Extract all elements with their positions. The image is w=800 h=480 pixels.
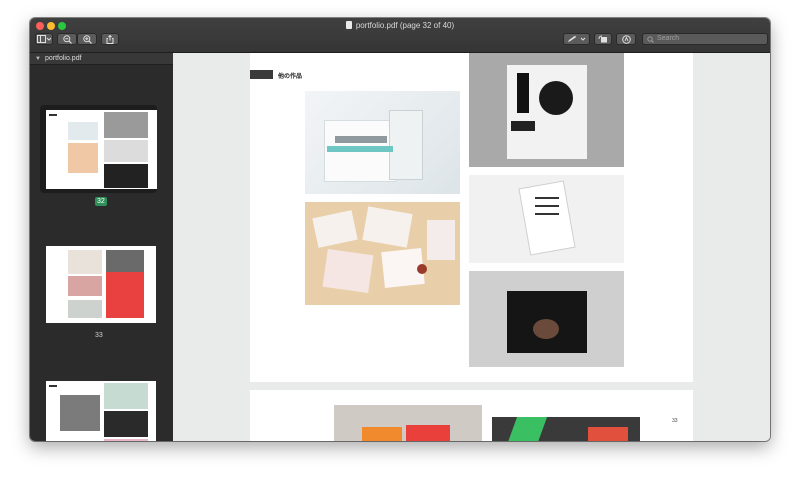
section-title: 他の作品 [278,74,303,80]
sidebar-icon [37,35,51,43]
markup-circle-icon [621,34,631,44]
markup-pen-button[interactable] [563,33,590,45]
window-title-container: portfolio.pdf (page 32 of 40) [30,19,770,33]
sidebar-header[interactable]: ▼ portfolio.pdf [30,53,173,65]
pdf-document-icon [345,21,352,29]
poster-photo-monochrome [469,53,624,167]
poster-photo-dark [469,271,624,367]
sidebar-toggle-button[interactable] [35,33,53,45]
poster-photo-held [469,175,624,263]
search-icon [647,36,654,43]
sidebar-document-name: portfolio.pdf [44,55,82,62]
page-thumbnail-32[interactable] [46,110,157,189]
section-label-bar [250,70,273,79]
preview-window: portfolio.pdf (page 32 of 40) Search ▼ p… [30,18,770,441]
page-thumbnail-34[interactable] [46,381,156,441]
document-page-number: 33 [672,418,678,424]
rotate-icon [598,35,607,43]
share-button[interactable] [101,33,119,45]
rotate-button[interactable] [594,33,612,45]
search-input[interactable]: Search [642,33,768,45]
product-photo-packaging [305,202,460,305]
zoom-in-icon [82,34,92,44]
zoom-out-icon [62,34,72,44]
zoom-in-button[interactable] [77,33,97,45]
thumbnail-sidebar: ▼ portfolio.pdf 32 33 [30,53,173,441]
pdf-page-32: 他の作品 [250,53,693,382]
product-photo-colorful-boxes [334,405,482,441]
page-thumbnail-33[interactable] [46,246,156,323]
product-photo-book [492,417,640,441]
disclosure-triangle-icon: ▼ [35,56,41,62]
page-number-label-32: 32 [95,197,107,206]
window-title: portfolio.pdf (page 32 of 40) [355,21,455,30]
pen-icon [567,35,585,42]
search-placeholder: Search [657,35,680,42]
product-photo-medicine-box [305,91,460,194]
page-number-label-33: 33 [95,332,103,339]
share-icon [106,34,114,44]
document-view[interactable]: 他の作品 33 [173,53,770,441]
pdf-page-33: 33 [250,390,693,441]
annotate-button[interactable] [616,33,636,45]
title-bar: portfolio.pdf (page 32 of 40) Search [30,18,770,53]
zoom-out-button[interactable] [57,33,77,45]
